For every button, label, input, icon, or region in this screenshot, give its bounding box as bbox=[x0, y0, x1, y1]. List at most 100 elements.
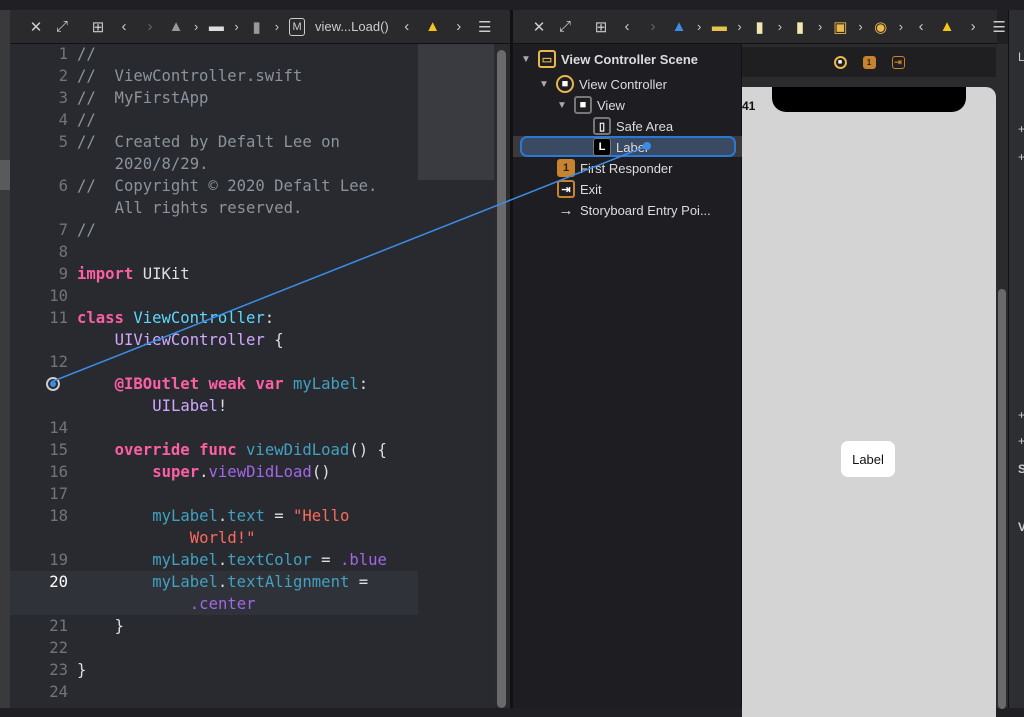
minimap[interactable] bbox=[418, 44, 494, 708]
code-line[interactable]: 17 bbox=[10, 483, 418, 505]
code-line[interactable]: 9 import UIKit bbox=[10, 263, 418, 285]
outline-label-item[interactable]: L Label bbox=[593, 137, 648, 157]
outline-safe-area[interactable]: ▯ Safe Area bbox=[593, 116, 673, 136]
outline-scene[interactable]: ▼ ▭ View Controller Scene bbox=[521, 49, 698, 69]
code-line[interactable]: 10 bbox=[10, 285, 418, 307]
minimap-toggle-icon[interactable]: ☰ bbox=[477, 18, 493, 36]
line-number[interactable]: 24 bbox=[28, 681, 68, 703]
code-editor[interactable]: 1 // 2 // ViewController.swift 3 // MyFirstAp… bbox=[10, 44, 418, 708]
view-controller-icon[interactable]: ■ bbox=[833, 55, 847, 69]
line-number[interactable]: 2 bbox=[28, 65, 68, 87]
outline-view[interactable]: ▼ ■ View bbox=[557, 95, 625, 115]
project-icon[interactable]: ▲ bbox=[671, 18, 687, 36]
editor-options-icon[interactable]: ☰ bbox=[991, 18, 1007, 36]
exit-icon[interactable]: ⇥ bbox=[891, 55, 905, 69]
back-icon[interactable]: ‹ bbox=[619, 18, 635, 36]
warning-icon[interactable]: ▲ bbox=[939, 18, 955, 36]
outline-exit[interactable]: ⇥ Exit bbox=[557, 179, 602, 199]
line-number[interactable]: 18 bbox=[28, 505, 68, 527]
storyboard-icon[interactable]: ▮ bbox=[792, 18, 808, 36]
code-line[interactable]: 18 myLabel.text = "Hello bbox=[10, 505, 418, 527]
iphone-view[interactable]: 41 Label bbox=[742, 87, 996, 717]
code-line[interactable]: All rights reserved. bbox=[10, 197, 418, 219]
code-line[interactable]: 2 // ViewController.swift bbox=[10, 65, 418, 87]
disclosure-triangle-icon[interactable]: ▼ bbox=[539, 79, 551, 90]
close-icon[interactable]: ✕ bbox=[28, 18, 44, 36]
outline-first-responder[interactable]: 1 First Responder bbox=[557, 158, 672, 178]
view-controller-icon[interactable]: ◉ bbox=[873, 18, 889, 36]
line-number[interactable]: 8 bbox=[28, 241, 68, 263]
next-issue-icon[interactable]: › bbox=[965, 18, 981, 36]
folder-icon[interactable]: ▬ bbox=[208, 18, 224, 36]
line-number[interactable]: 21 bbox=[28, 615, 68, 637]
code-line[interactable]: 21} bbox=[10, 615, 418, 637]
line-number[interactable]: 14 bbox=[28, 417, 68, 439]
line-number[interactable]: 4 bbox=[28, 109, 68, 131]
related-items-icon[interactable]: ⊞ bbox=[593, 18, 609, 36]
line-number[interactable]: 16 bbox=[28, 461, 68, 483]
line-number[interactable]: 5 bbox=[28, 131, 68, 153]
disclosure-triangle-icon[interactable]: ▼ bbox=[521, 54, 533, 65]
ui-label[interactable]: Label bbox=[841, 441, 895, 477]
code-line[interactable]: 8 bbox=[10, 241, 418, 263]
prev-issue-icon[interactable]: ‹ bbox=[913, 18, 929, 36]
code-line[interactable]: 6 // Copyright © 2020 Defalt Lee. bbox=[10, 175, 418, 197]
disclosure-triangle-icon[interactable]: ▼ bbox=[557, 100, 569, 111]
code-line[interactable]: 5 // Created by Defalt Lee on bbox=[10, 131, 418, 153]
code-line[interactable]: 3 // MyFirstApp bbox=[10, 87, 418, 109]
line-number[interactable]: 12 bbox=[28, 351, 68, 373]
code-line[interactable]: 23} bbox=[10, 659, 418, 681]
folder-icon[interactable]: ▬ bbox=[711, 18, 727, 36]
code-line[interactable]: 19 myLabel.textColor = .blue bbox=[10, 549, 418, 571]
forward-icon[interactable]: › bbox=[142, 18, 158, 36]
line-number[interactable]: 9 bbox=[28, 263, 68, 285]
code-line[interactable]: 16 super.viewDidLoad() bbox=[10, 461, 418, 483]
forward-icon[interactable]: › bbox=[645, 18, 661, 36]
code-line[interactable]: 4 // bbox=[10, 109, 418, 131]
code-line[interactable]: 11 class ViewController: bbox=[10, 307, 418, 329]
outlet-connected-icon[interactable] bbox=[46, 377, 60, 391]
add-icon[interactable]: + bbox=[1018, 408, 1024, 422]
related-items-icon[interactable]: ⊞ bbox=[90, 18, 106, 36]
code-line[interactable]: 22 bbox=[10, 637, 418, 659]
close-icon[interactable]: ✕ bbox=[531, 18, 547, 36]
code-line[interactable]: 1 // bbox=[10, 43, 418, 65]
code-line[interactable]: @IBOutlet weak var myLabel: bbox=[10, 373, 418, 395]
line-number[interactable]: 17 bbox=[28, 483, 68, 505]
method-icon[interactable]: M bbox=[289, 17, 306, 36]
code-line[interactable]: UIViewController { bbox=[10, 329, 418, 351]
code-line[interactable]: 12 bbox=[10, 351, 418, 373]
canvas-scrollbar[interactable] bbox=[996, 44, 1008, 709]
line-number[interactable]: 11 bbox=[28, 307, 68, 329]
code-line[interactable]: UILabel! bbox=[10, 395, 418, 417]
line-number[interactable]: 23 bbox=[28, 659, 68, 681]
code-line[interactable]: 15 override func viewDidLoad() { bbox=[10, 439, 418, 461]
back-icon[interactable]: ‹ bbox=[116, 18, 132, 36]
prev-issue-icon[interactable]: ‹ bbox=[399, 18, 415, 36]
breadcrumb-method[interactable]: view...Load() bbox=[315, 19, 389, 34]
code-line[interactable]: World!" bbox=[10, 527, 418, 549]
line-number[interactable]: 7 bbox=[28, 219, 68, 241]
editor-scrollbar[interactable] bbox=[494, 44, 510, 708]
expand-icon[interactable]: ⤢ bbox=[54, 18, 70, 36]
line-number[interactable]: 6 bbox=[28, 175, 68, 197]
code-line[interactable]: 20 myLabel.textAlignment = bbox=[10, 571, 418, 593]
line-number[interactable]: 3 bbox=[28, 87, 68, 109]
code-line[interactable]: 2020/8/29. bbox=[10, 153, 418, 175]
add-icon[interactable]: + bbox=[1018, 122, 1024, 136]
add-icon[interactable]: + bbox=[1018, 150, 1024, 164]
line-number[interactable]: 1 bbox=[28, 43, 68, 65]
line-number[interactable]: 10 bbox=[28, 285, 68, 307]
code-line[interactable]: 14 bbox=[10, 417, 418, 439]
storyboard-icon[interactable]: ▮ bbox=[752, 18, 768, 36]
scene-icon[interactable]: ▣ bbox=[832, 18, 848, 36]
storyboard-canvas[interactable]: ■ 1 ⇥ 41 Label bbox=[742, 44, 996, 717]
next-issue-icon[interactable]: › bbox=[451, 18, 467, 36]
outline-view-controller[interactable]: ▼ ■ View Controller bbox=[539, 74, 667, 94]
first-responder-icon[interactable]: 1 bbox=[862, 55, 876, 69]
warning-icon[interactable]: ▲ bbox=[425, 18, 441, 36]
swift-file-icon[interactable]: ▮ bbox=[249, 18, 265, 36]
line-number[interactable]: 15 bbox=[28, 439, 68, 461]
line-number[interactable]: 19 bbox=[28, 549, 68, 571]
line-number[interactable]: 22 bbox=[28, 637, 68, 659]
